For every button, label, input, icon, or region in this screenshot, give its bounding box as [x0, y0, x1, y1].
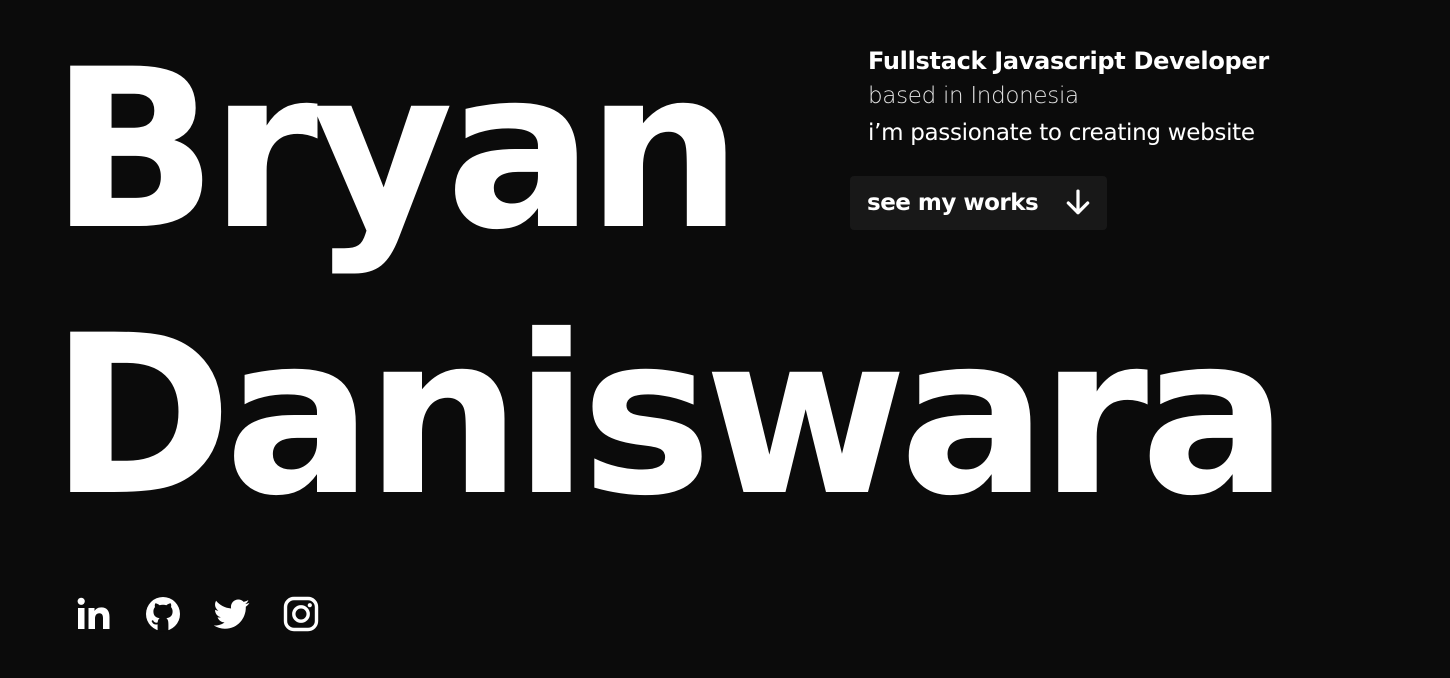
linkedin-link[interactable]	[76, 596, 112, 632]
twitter-icon	[214, 599, 250, 629]
github-link[interactable]	[145, 596, 181, 632]
github-icon	[146, 597, 180, 632]
intro-block: Fullstack Javascript Developer based in …	[868, 44, 1408, 152]
instagram-icon	[283, 596, 319, 632]
instagram-link[interactable]	[283, 596, 319, 632]
location-text: based in Indonesia	[868, 83, 1079, 109]
job-title: Fullstack Javascript Developer	[868, 47, 1269, 75]
arrow-down-icon	[1066, 189, 1090, 215]
see-my-works-label: see my works	[867, 190, 1039, 216]
hero-last-name: Daniswara	[50, 288, 1289, 544]
social-links	[76, 596, 352, 632]
linkedin-icon	[77, 597, 110, 629]
see-my-works-button[interactable]: see my works	[850, 176, 1107, 230]
hero-section: Bryan Daniswara Fullstack Javascript Dev…	[0, 0, 1450, 678]
tagline-text: i’m passionate to creating website	[868, 120, 1255, 146]
hero-first-name: Bryan	[50, 22, 743, 278]
twitter-link[interactable]	[214, 596, 250, 632]
